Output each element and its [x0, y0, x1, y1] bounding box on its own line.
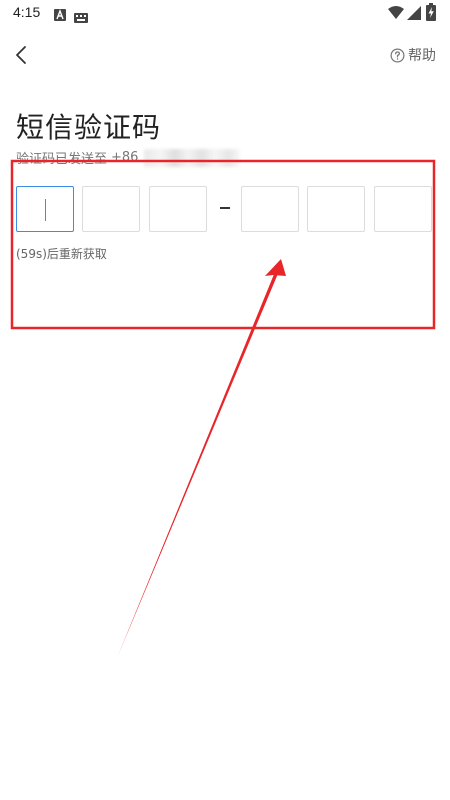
battery-charging-icon — [426, 3, 436, 25]
verification-code-input[interactable] — [16, 186, 436, 234]
help-button[interactable]: 帮助 — [390, 44, 436, 66]
sent-to-label: 验证码已发送至 — [16, 152, 108, 167]
keyboard-icon — [74, 8, 88, 27]
wifi-icon — [388, 5, 404, 24]
back-button[interactable] — [8, 40, 36, 70]
page-title: 短信验证码 — [16, 111, 162, 144]
blurred-phone-number — [144, 148, 241, 167]
code-digit-box-2[interactable] — [82, 186, 140, 232]
signal-icon — [407, 5, 421, 24]
chevron-left-icon — [16, 46, 26, 64]
code-digit-box-6[interactable] — [374, 186, 432, 232]
code-separator — [220, 207, 230, 209]
help-label: 帮助 — [408, 48, 436, 64]
font-a-icon — [54, 6, 66, 25]
code-digit-box-4[interactable] — [241, 186, 299, 232]
status-bar: 4:15 — [0, 0, 450, 26]
phone-prefix: +86 — [111, 150, 139, 165]
code-digit-box-3[interactable] — [149, 186, 207, 232]
code-digit-box-1[interactable] — [16, 186, 74, 232]
sent-to-text: 验证码已发送至 +86 — [16, 148, 241, 167]
sms-verification-screen: 4:15 帮助 短信验证码 验证码已发送至 +86 (59s)后重新获取 — [0, 0, 450, 800]
text-cursor — [45, 199, 46, 221]
annotation-arrow-head — [265, 259, 286, 276]
annotation-arrow-shaft — [117, 262, 282, 658]
resend-countdown: (59s)后重新获取 — [16, 247, 107, 261]
question-circle-icon — [390, 48, 405, 62]
code-digit-box-5[interactable] — [307, 186, 365, 232]
status-time: 4:15 — [13, 4, 41, 20]
